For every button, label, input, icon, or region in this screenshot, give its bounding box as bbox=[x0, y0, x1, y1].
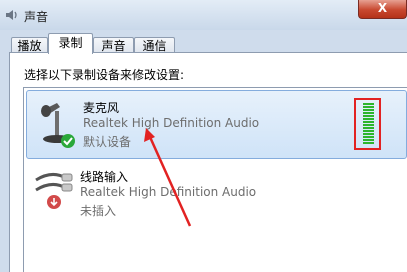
level-meter-bar bbox=[363, 124, 374, 126]
level-meter-bar bbox=[363, 112, 374, 114]
device-status: 未插入 bbox=[80, 204, 117, 218]
level-meter-highlight bbox=[354, 98, 381, 150]
device-list: 麦克风 Realtek High Definition Audio 默认设备 线… bbox=[23, 87, 407, 272]
tab-sounds-label: 声音 bbox=[101, 39, 126, 53]
instruction-text: 选择以下录制设备来修改设置: bbox=[24, 68, 185, 82]
level-meter-bar bbox=[363, 109, 374, 111]
tab-recording-label: 录制 bbox=[58, 36, 83, 50]
device-name: 麦克风 bbox=[83, 101, 120, 115]
tab-recording[interactable]: 录制 bbox=[48, 33, 93, 54]
device-status: 默认设备 bbox=[83, 135, 132, 149]
level-meter-bar bbox=[363, 121, 374, 123]
line-in-cable-icon bbox=[35, 173, 73, 209]
level-meter-bar bbox=[363, 139, 374, 141]
level-meter-bar bbox=[363, 136, 374, 138]
level-meter-bar bbox=[363, 106, 374, 108]
device-driver: Realtek High Definition Audio bbox=[80, 185, 257, 199]
level-meter-bar bbox=[363, 118, 374, 120]
level-meter-bar bbox=[363, 130, 374, 132]
close-icon: X bbox=[377, 1, 388, 15]
tab-playback[interactable]: 播放 bbox=[11, 37, 48, 53]
level-meter-bar bbox=[363, 133, 374, 135]
close-button[interactable]: X bbox=[358, 0, 407, 19]
tab-sounds[interactable]: 声音 bbox=[93, 37, 134, 53]
device-driver: Realtek High Definition Audio bbox=[83, 116, 260, 130]
level-meter-bar bbox=[363, 115, 374, 117]
level-meter-bar bbox=[363, 142, 374, 144]
check-badge-icon bbox=[61, 134, 75, 148]
tab-communications-label: 通信 bbox=[142, 39, 167, 53]
level-meter-bar bbox=[363, 127, 374, 129]
microphone-icon bbox=[41, 103, 75, 148]
title-bar: 声音 X bbox=[0, 0, 407, 30]
window-title: 声音 bbox=[24, 10, 49, 24]
device-name: 线路输入 bbox=[80, 170, 129, 184]
device-item-microphone[interactable]: 麦克风 Realtek High Definition Audio 默认设备 bbox=[26, 90, 407, 159]
level-meter-bar bbox=[363, 103, 374, 105]
device-item-line-in[interactable]: 线路输入 Realtek High Definition Audio 未插入 bbox=[24, 160, 407, 232]
tab-communications[interactable]: 通信 bbox=[134, 37, 175, 53]
speaker-icon bbox=[6, 10, 17, 20]
level-meter bbox=[363, 103, 374, 145]
tab-playback-label: 播放 bbox=[17, 39, 42, 53]
